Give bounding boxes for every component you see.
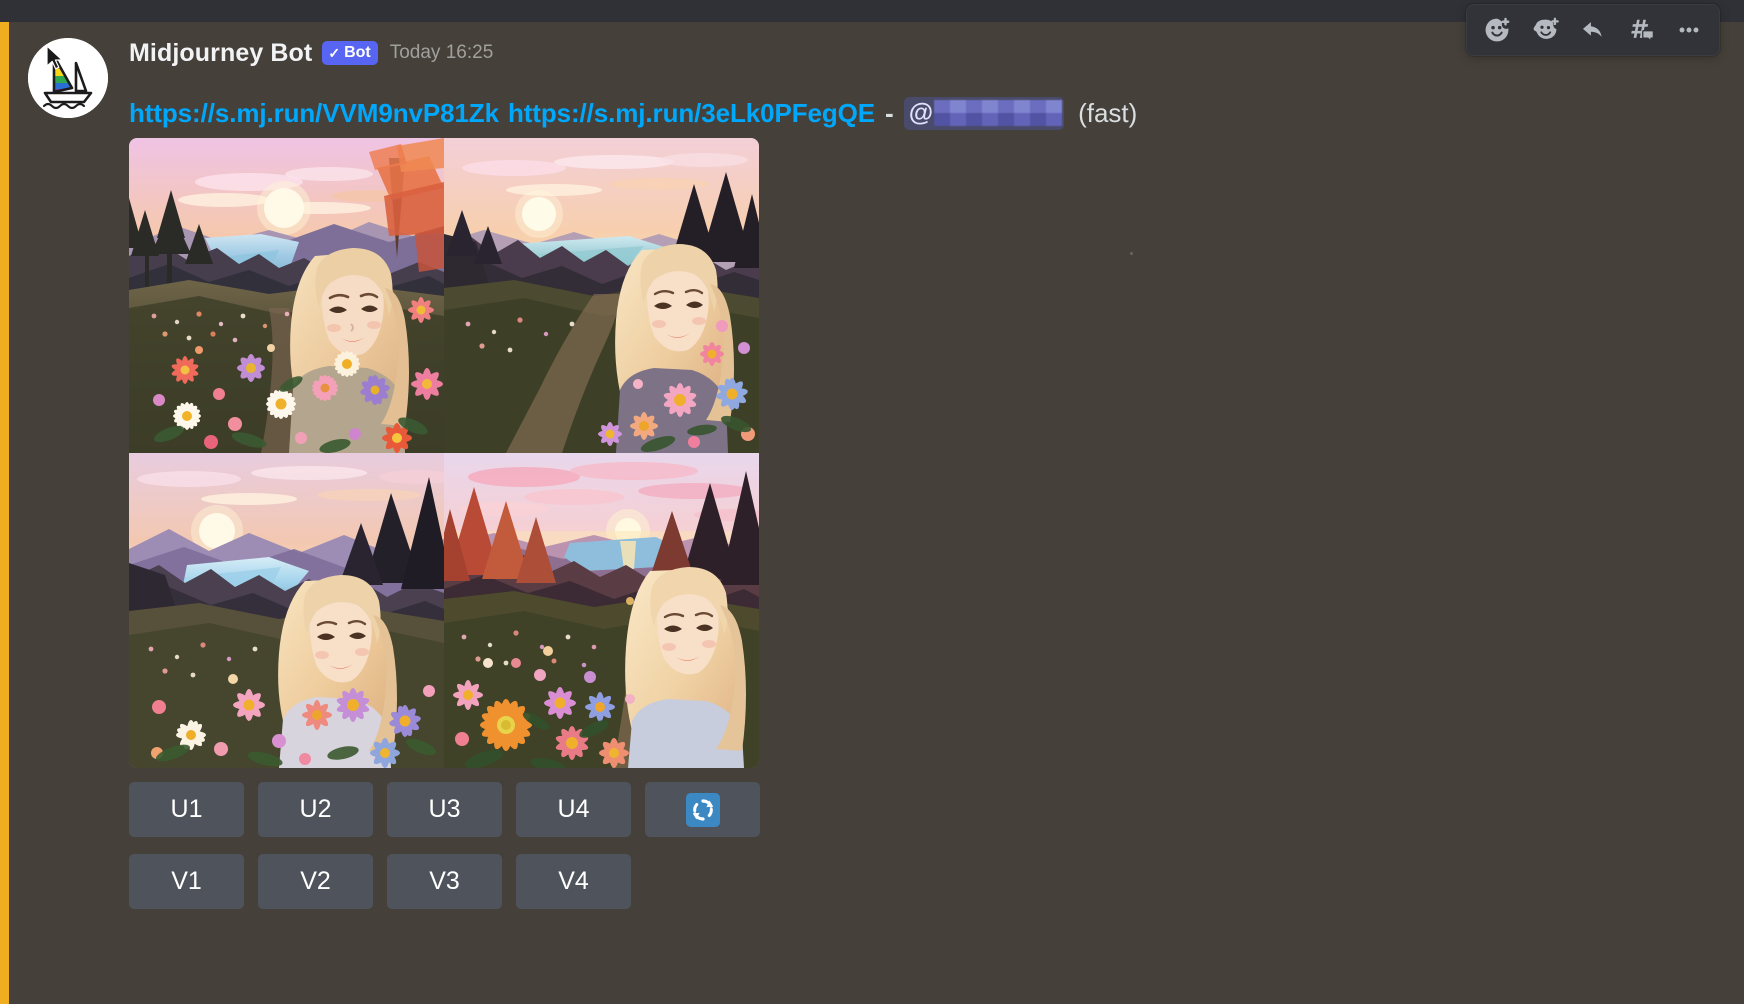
grid-image-3[interactable] — [129, 453, 444, 768]
mention-at-symbol: @ — [908, 99, 934, 127]
grid-image-1-art — [129, 138, 444, 453]
image-grid[interactable] — [129, 138, 759, 768]
reroll-button[interactable] — [645, 782, 760, 837]
avatar[interactable] — [28, 38, 108, 118]
create-thread-button[interactable] — [1619, 9, 1663, 51]
mj-link-1[interactable]: https://s.mj.run/VVM9nvP81Zk — [129, 98, 499, 129]
upscale-button-u2[interactable]: U2 — [258, 782, 373, 837]
variation-button-v3[interactable]: V3 — [387, 854, 502, 909]
grid-image-1[interactable] — [129, 138, 444, 453]
create-thread-icon — [1631, 19, 1655, 43]
more-options-icon — [1679, 27, 1699, 33]
grid-image-4-art — [444, 453, 759, 768]
reply-button[interactable] — [1571, 9, 1615, 51]
mention-highlight-bar — [0, 22, 9, 1004]
add-super-reaction-icon — [1533, 17, 1559, 39]
verified-check-icon: ✓ — [328, 44, 341, 61]
upscale-button-row: U1 U2 U3 U4 — [129, 782, 760, 837]
upscale-button-u3[interactable]: U3 — [387, 782, 502, 837]
content-dash: - — [885, 97, 894, 128]
grid-image-2[interactable] — [444, 138, 759, 453]
bot-badge-label: Bot — [344, 44, 371, 61]
add-super-reaction-button[interactable] — [1523, 9, 1567, 51]
bot-badge: ✓ Bot — [322, 41, 378, 65]
upscale-button-u1[interactable]: U1 — [129, 782, 244, 837]
mention-username-redacted — [934, 100, 1063, 126]
add-reaction-icon — [1485, 17, 1510, 42]
variation-button-row: V1 V2 V3 V4 — [129, 854, 631, 909]
user-mention[interactable]: @ — [903, 96, 1065, 130]
upscale-button-u4[interactable]: U4 — [516, 782, 631, 837]
refresh-emoji-icon — [685, 792, 720, 827]
add-reaction-button[interactable] — [1475, 9, 1519, 51]
message-content: https://s.mj.run/VVM9nvP81Zk https://s.m… — [129, 94, 1137, 132]
message-hover-toolbar — [1466, 4, 1720, 56]
grid-image-4[interactable] — [444, 453, 759, 768]
more-options-button[interactable] — [1667, 9, 1711, 51]
artifact-dot — [1130, 252, 1133, 255]
variation-button-v4[interactable]: V4 — [516, 854, 631, 909]
grid-image-3-art — [129, 453, 444, 768]
generation-mode-label: (fast) — [1078, 97, 1138, 128]
sailboat-rainbow-avatar-icon — [28, 38, 108, 118]
grid-image-2-art — [444, 138, 759, 453]
message-block: Midjourney Bot ✓ Bot Today 16:25 https:/… — [0, 22, 1744, 1004]
reply-icon — [1582, 22, 1602, 37]
discord-message-view: Midjourney Bot ✓ Bot Today 16:25 https:/… — [0, 0, 1744, 1004]
variation-button-v2[interactable]: V2 — [258, 854, 373, 909]
message-header: Midjourney Bot ✓ Bot Today 16:25 — [129, 36, 493, 70]
variation-button-v1[interactable]: V1 — [129, 854, 244, 909]
mj-link-2[interactable]: https://s.mj.run/3eLk0PFegQE — [508, 98, 875, 129]
message-timestamp: Today 16:25 — [389, 42, 494, 63]
author-name[interactable]: Midjourney Bot — [129, 38, 312, 68]
